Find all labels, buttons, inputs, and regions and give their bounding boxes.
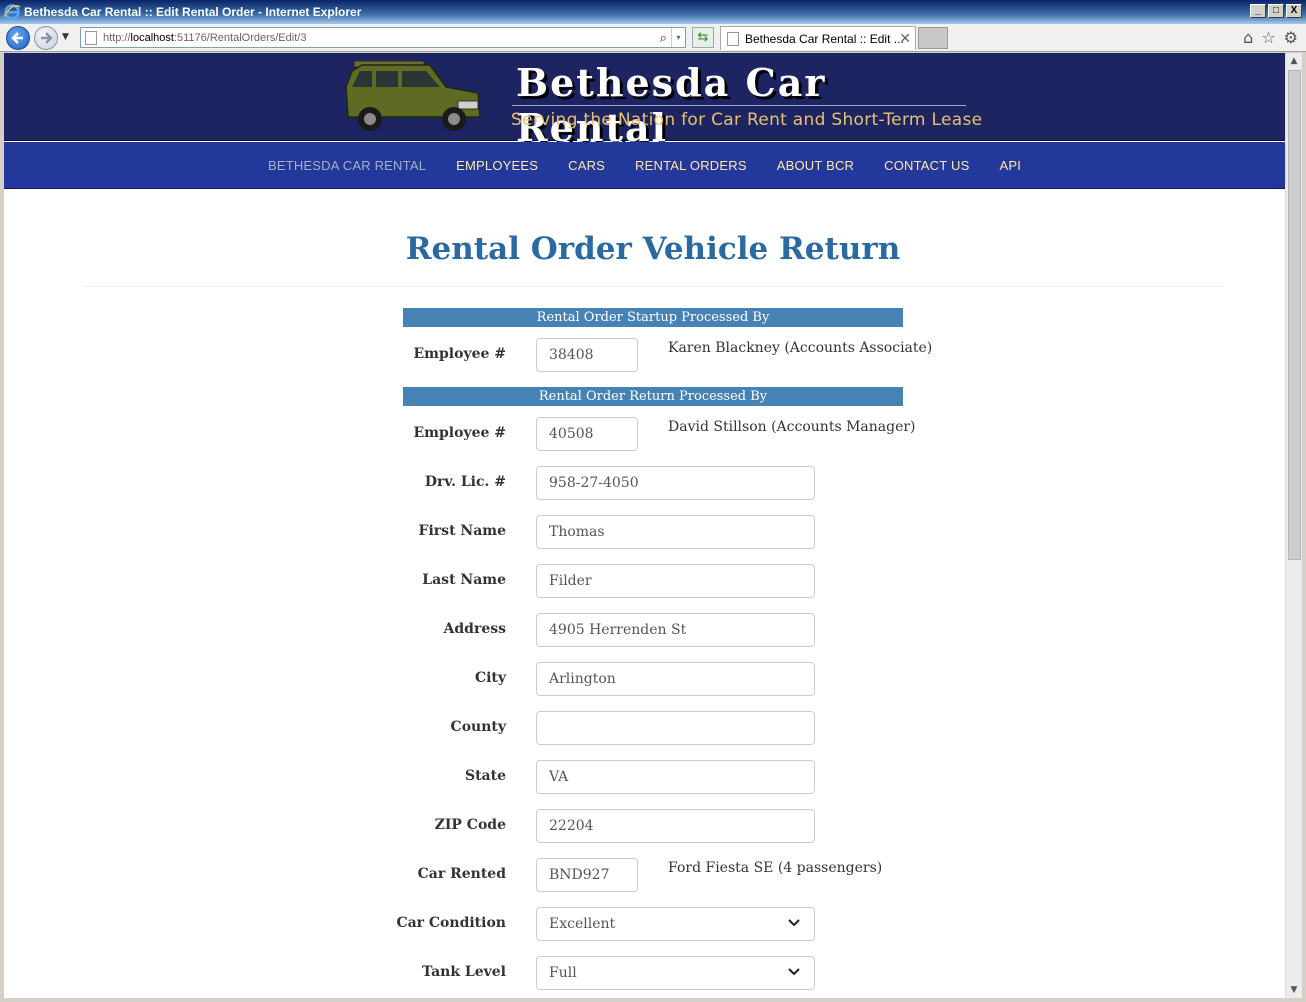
page-icon [85, 31, 97, 45]
county-label: County [450, 719, 506, 735]
last-name-input[interactable]: Filder [536, 564, 815, 598]
search-icon[interactable]: ⌕ [660, 30, 667, 46]
car-rented-label: Car Rented [417, 866, 506, 882]
favorites-icon[interactable]: ☆ [1261, 28, 1275, 47]
first-name-label: First Name [418, 523, 506, 539]
address-url[interactable]: http://localhost:51176/RentalOrders/Edit… [103, 32, 306, 44]
startup-employee-name: Karen Blackney (Accounts Associate) [668, 340, 933, 356]
address-input[interactable]: 4905 Herrenden St [536, 613, 815, 647]
car-condition-label: Car Condition [396, 915, 506, 931]
tank-level-label: Tank Level [421, 964, 506, 980]
startup-section-header: Rental Order Startup Processed By [403, 308, 903, 327]
drv-lic-label: Drv. Lic. # [424, 474, 506, 490]
scroll-down-icon[interactable]: ▼ [1286, 982, 1302, 998]
startup-employee-label: Employee # [413, 346, 506, 362]
browser-right-icons: ⌂ ☆ ⚙ [1243, 28, 1298, 47]
nav-link-rental-orders[interactable]: RENTAL ORDERS [635, 158, 747, 173]
car-rented-input[interactable]: BND927 [536, 858, 638, 892]
zip-label: ZIP Code [434, 817, 506, 833]
scroll-up-icon[interactable]: ▲ [1286, 53, 1302, 69]
car-logo-image [345, 60, 481, 131]
first-name-input[interactable]: Thomas [536, 515, 815, 549]
back-button[interactable] [6, 26, 30, 50]
minimize-button[interactable]: _ [1250, 4, 1266, 18]
close-tab-icon[interactable]: ✕ [899, 30, 911, 47]
state-input[interactable]: VA [536, 760, 815, 794]
zip-input[interactable]: 22204 [536, 809, 815, 843]
site-tagline: Serving the Nation for Car Rent and Shor… [511, 110, 983, 130]
page-viewport: Bethesda Car Rental Serving the Nation f… [4, 53, 1285, 998]
window-border-bottom [0, 998, 1306, 1002]
car-rented-description: Ford Fiesta SE (4 passengers) [668, 860, 883, 876]
refresh-icon[interactable]: ⇆ [692, 27, 714, 48]
return-employee-input[interactable]: 40508 [536, 417, 638, 451]
vertical-scrollbar[interactable]: ▲ ▼ [1285, 53, 1302, 998]
forward-button[interactable] [34, 26, 58, 50]
chevron-down-icon [788, 919, 800, 927]
state-label: State [464, 768, 506, 784]
window-title: Bethesda Car Rental :: Edit Rental Order… [24, 5, 362, 19]
window-controls: _ □ X [1250, 4, 1302, 18]
nav-link-contact[interactable]: CONTACT US [884, 158, 969, 173]
nav-link-employees[interactable]: EMPLOYEES [456, 158, 538, 173]
nav-link-cars[interactable]: CARS [568, 158, 605, 173]
car-condition-value: Excellent [549, 916, 616, 932]
tank-level-select[interactable]: Full [536, 956, 815, 990]
browser-tab[interactable]: Bethesda Car Rental :: Edit ... ✕ [720, 26, 916, 50]
scrollbar-thumb[interactable] [1288, 70, 1301, 560]
back-arrow-icon [11, 32, 23, 44]
nav-link-about[interactable]: ABOUT BCR [777, 158, 854, 173]
history-dropdown-icon[interactable]: ▼ [62, 32, 69, 42]
chevron-down-icon [788, 968, 800, 976]
site-nav: BETHESDA CAR RENTAL EMPLOYEES CARS RENTA… [4, 142, 1285, 189]
last-name-label: Last Name [422, 572, 506, 588]
close-window-button[interactable]: X [1286, 4, 1302, 18]
maximize-button[interactable]: □ [1268, 4, 1284, 18]
home-icon[interactable]: ⌂ [1243, 28, 1253, 47]
address-dropdown-icon[interactable]: ▾ [671, 28, 685, 47]
return-employee-name: David Stillson (Accounts Manager) [668, 419, 916, 435]
county-input[interactable] [536, 711, 815, 745]
drv-lic-input[interactable]: 958-27-4050 [536, 466, 815, 500]
gear-icon[interactable]: ⚙ [1284, 28, 1298, 47]
new-tab-button[interactable] [918, 27, 948, 49]
window-titlebar: Bethesda Car Rental :: Edit Rental Order… [0, 0, 1306, 24]
return-employee-label: Employee # [413, 425, 506, 441]
window-border-right [1302, 53, 1306, 1002]
site-header: Bethesda Car Rental Serving the Nation f… [4, 53, 1285, 150]
tab-page-icon [727, 32, 739, 46]
browser-toolbar: ▼ http://localhost:51176/RentalOrders/Ed… [0, 24, 1306, 52]
title-divider [83, 286, 1223, 287]
tank-level-value: Full [549, 965, 577, 981]
city-label: City [474, 670, 506, 686]
internet-explorer-icon [4, 4, 20, 20]
brand-divider [512, 105, 966, 106]
startup-employee-input[interactable]: 38408 [536, 338, 638, 372]
return-section-header: Rental Order Return Processed By [403, 387, 903, 406]
address-label: Address [443, 621, 507, 637]
address-bar[interactable]: http://localhost:51176/RentalOrders/Edit… [80, 27, 686, 48]
nav-link-api[interactable]: API [999, 158, 1021, 173]
nav-link-home[interactable]: BETHESDA CAR RENTAL [268, 158, 426, 173]
tab-title: Bethesda Car Rental :: Edit ... [745, 32, 904, 46]
page-title: Rental Order Vehicle Return [405, 231, 901, 267]
car-condition-select[interactable]: Excellent [536, 907, 815, 941]
forward-arrow-icon [41, 32, 53, 44]
city-input[interactable]: Arlington [536, 662, 815, 696]
